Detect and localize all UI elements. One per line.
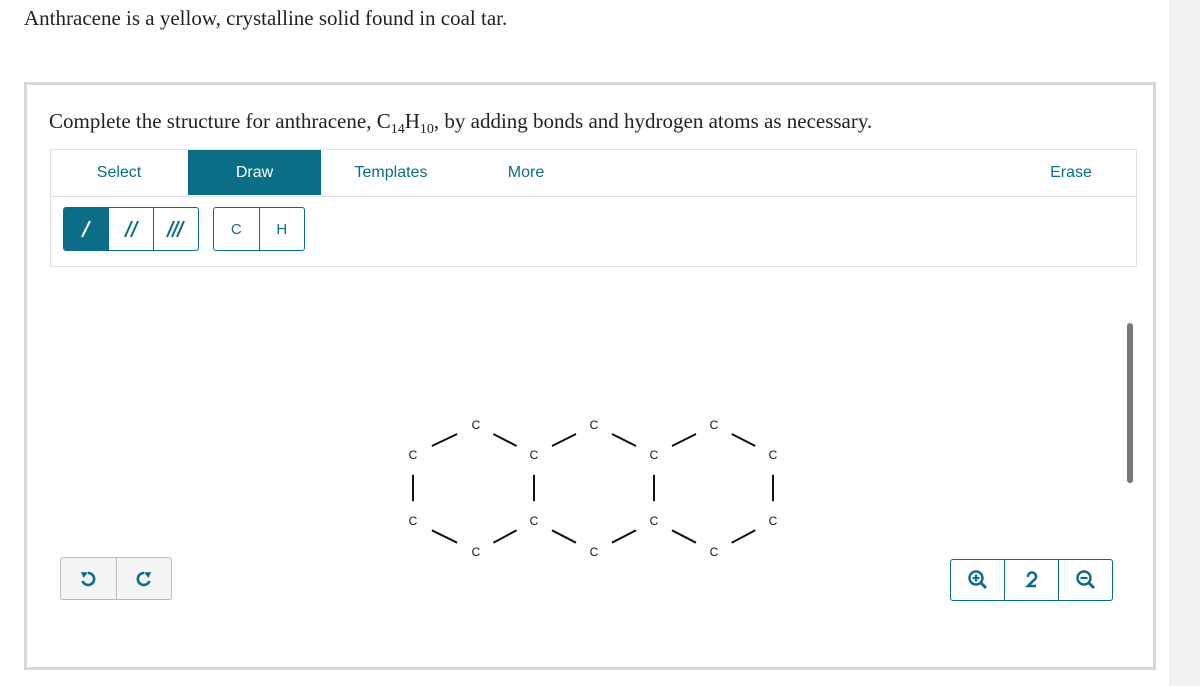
atom-carbon[interactable]: C [472,545,481,559]
atom-carbon[interactable]: C [769,448,778,462]
bond[interactable] [671,433,697,447]
atom-carbon[interactable]: C [409,448,418,462]
undo-icon [81,571,96,586]
zoom-out-icon [1075,570,1095,590]
intro-text: Anthracene is a yellow, crystalline soli… [24,6,508,30]
bonds-layer [412,433,774,544]
bond[interactable] [611,433,637,447]
atom-carbon[interactable]: C [409,514,418,528]
atom-carbon[interactable]: C [710,545,719,559]
zoom-out-button[interactable] [1058,560,1112,600]
bond[interactable] [431,433,458,447]
atoms-layer: C C C C C C C C C C C C C C [409,418,778,559]
zoom-in-icon [967,570,987,590]
atom-carbon[interactable]: C [590,418,599,432]
atom-carbon[interactable]: C [650,514,659,528]
bond[interactable] [551,529,577,544]
undo-button[interactable] [61,558,116,599]
bond[interactable] [492,433,518,447]
bond[interactable] [492,529,518,544]
bond[interactable] [551,433,577,447]
atom-carbon[interactable]: C [530,514,539,528]
redo-button[interactable] [115,558,172,599]
atom-carbon[interactable]: C [710,418,719,432]
reset-zoom-icon [1024,571,1037,588]
atom-carbon[interactable]: C [472,418,481,432]
page-scrollbar[interactable] [1170,0,1200,686]
zoom-in-button[interactable] [951,560,1004,600]
reset-zoom-button[interactable] [1004,560,1058,600]
atom-carbon[interactable]: C [530,448,539,462]
atom-carbon[interactable]: C [590,545,599,559]
bond[interactable] [431,529,458,544]
atom-carbon[interactable]: C [650,448,659,462]
question-panel: Complete the structure for anthracene, C… [24,82,1156,670]
history-controls [60,557,172,600]
bond[interactable] [731,433,756,447]
bond[interactable] [731,529,756,544]
bond[interactable] [611,529,637,544]
zoom-controls [950,559,1113,601]
atom-carbon[interactable]: C [769,514,778,528]
bond[interactable] [671,529,697,544]
redo-icon [136,571,151,586]
